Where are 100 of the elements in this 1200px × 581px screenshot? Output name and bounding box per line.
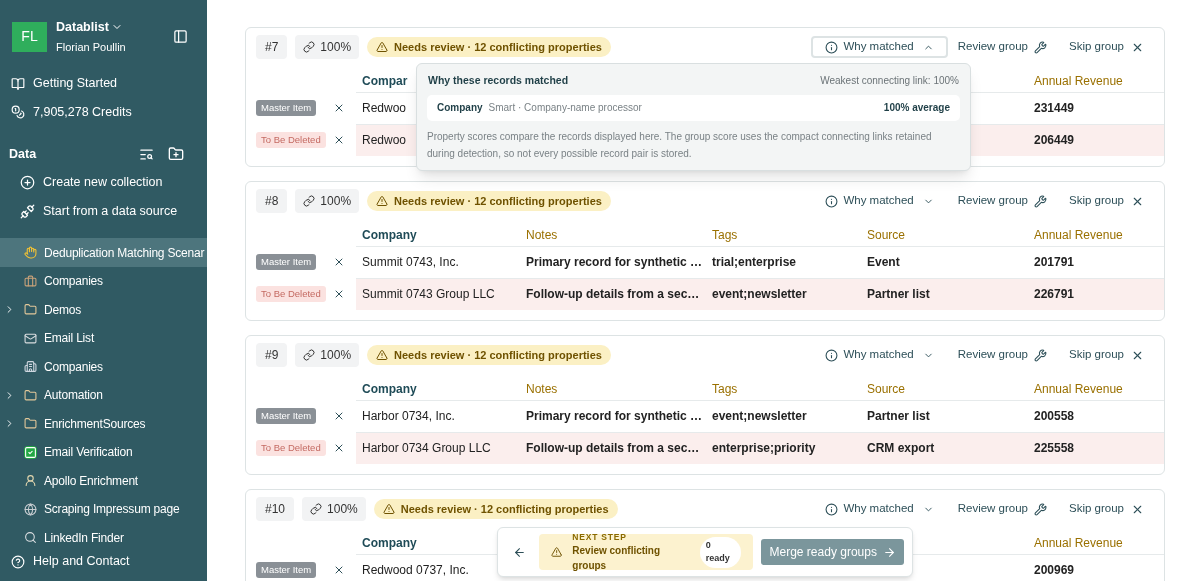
group-number: #9: [256, 343, 288, 367]
row-role-badge: Master Item: [256, 407, 317, 425]
table-cell-text: trial;enterprise: [712, 254, 797, 271]
row-role-badge: To Be Deleted: [256, 439, 326, 457]
explanation-text: Property scores compare the records displayed here. The group score uses the compact connecting links retained during detection, so not every possible record pair is stored.: [427, 129, 933, 161]
briefcase-icon: [24, 274, 37, 288]
column-header: Annual Revenue: [1034, 535, 1123, 552]
info-icon: [825, 194, 839, 208]
book-icon: [11, 76, 25, 91]
table-cell-text: Partner list: [867, 408, 930, 425]
column-header: Tags: [712, 381, 738, 398]
table-cell-text: Harbor 0734, Inc.: [362, 408, 455, 425]
collection-item[interactable]: Automation: [0, 380, 207, 410]
collection-item[interactable]: Companies: [0, 352, 207, 381]
match-score: 100%: [295, 35, 360, 59]
warning-icon: [550, 546, 563, 558]
new-folder-icon[interactable]: [168, 146, 184, 163]
table-cell-text: 226791: [1034, 286, 1075, 303]
collection-item[interactable]: Demos: [0, 295, 207, 324]
collection-item[interactable]: Apollo Enrichment: [0, 466, 207, 495]
row-role-badge: Master Item: [256, 253, 317, 271]
collection-item[interactable]: Email List: [0, 323, 207, 353]
matching-method: Smart · Company-name processor: [488, 101, 642, 116]
collection-item[interactable]: Companies: [0, 266, 207, 296]
collection-item[interactable]: LinkedIn Finder: [0, 523, 207, 552]
status-badge: Needs review · 12 conflicting properties: [367, 37, 611, 57]
sidebar-link[interactable]: 7,905,278 Credits: [0, 97, 207, 127]
link-icon: [303, 195, 316, 207]
warning-icon: [376, 195, 389, 207]
column-header: Notes: [526, 381, 558, 398]
row-role-badge: Master Item: [256, 99, 317, 117]
link-icon: [303, 41, 316, 53]
skip-group-button[interactable]: Skip group: [1069, 38, 1144, 56]
mail-icon: [24, 331, 37, 345]
row-role-badge: Master Item: [256, 561, 317, 579]
why-matched-button[interactable]: Why matched: [811, 190, 948, 212]
remove-icon[interactable]: [333, 102, 345, 114]
why-matched-button[interactable]: Why matched: [811, 344, 948, 366]
remove-icon[interactable]: [333, 564, 345, 576]
sidebar-action[interactable]: Create new collection: [0, 168, 207, 197]
why-matched-button[interactable]: Why matched: [811, 498, 948, 520]
table-cell-text: Redwood 0737, Inc.: [362, 562, 469, 579]
column-header: Notes: [526, 227, 558, 244]
plus-circle-icon: [20, 175, 35, 190]
help-link[interactable]: Help and Contact: [0, 552, 207, 571]
skip-group-button[interactable]: Skip group: [1069, 500, 1144, 518]
coins-icon: [11, 105, 25, 119]
plug-icon: [20, 203, 35, 219]
table-cell-text: event;newsletter: [712, 408, 807, 425]
arrow-right-icon: [882, 545, 896, 559]
wrench-icon: [1034, 348, 1047, 362]
status-badge: Needs review · 12 conflicting properties: [373, 499, 618, 519]
table-cell-text: Partner list: [867, 286, 930, 303]
folder-icon: [24, 417, 37, 430]
table-cell-text: Redwoo: [362, 132, 407, 149]
search-list-icon[interactable]: [139, 146, 154, 162]
review-group-button[interactable]: Review group: [957, 38, 1047, 56]
review-group-button[interactable]: Review group: [957, 192, 1047, 210]
remove-icon[interactable]: [333, 288, 345, 300]
review-group-button[interactable]: Review group: [957, 500, 1047, 518]
table-cell-text: 206449: [1034, 132, 1075, 149]
remove-icon[interactable]: [333, 410, 345, 422]
wrench-icon: [1034, 502, 1047, 516]
skip-group-button[interactable]: Skip group: [1069, 192, 1144, 210]
table-cell-text: Primary record for synthetic …: [526, 408, 703, 425]
table-cell-text: 200558: [1034, 408, 1075, 425]
wrench-icon: [1034, 194, 1047, 208]
table-cell-text: Follow-up details from a sec…: [526, 440, 700, 457]
collection-item[interactable]: EnrichmentSources: [0, 409, 207, 438]
row-role-badge: To Be Deleted: [256, 285, 326, 303]
match-score: 100%: [295, 189, 360, 213]
collection-item[interactable]: Email Verification: [0, 437, 207, 467]
collection-item[interactable]: Scraping Impressum page: [0, 494, 207, 524]
sidebar-link[interactable]: Getting Started: [0, 69, 207, 98]
table-cell-text: 225558: [1034, 440, 1075, 457]
table-cell-text: Harbor 0734 Group LLC: [362, 440, 491, 457]
property-score: 100% average: [883, 101, 950, 116]
column-header: Company: [362, 227, 417, 244]
skip-group-button[interactable]: Skip group: [1069, 346, 1144, 364]
remove-icon[interactable]: [333, 256, 345, 268]
back-arrow-icon[interactable]: [513, 545, 526, 559]
collection-item[interactable]: Deduplication Matching Scenar: [0, 238, 207, 267]
review-group-button[interactable]: Review group: [957, 346, 1047, 364]
table-cell-text: 200969: [1034, 562, 1075, 579]
why-matched-button[interactable]: Why matched: [811, 36, 948, 58]
column-header: Annual Revenue: [1034, 381, 1123, 398]
wrench-icon: [1034, 40, 1047, 54]
property-name: Company: [437, 101, 483, 116]
weakest-link-text: Weakest connecting link: 100%: [820, 74, 959, 89]
next-step-title: Review conflicting groups: [572, 544, 662, 574]
remove-icon[interactable]: [333, 134, 345, 146]
info-icon: [825, 348, 839, 362]
workspace-name[interactable]: Datablist: [56, 18, 109, 37]
table-cell-text: 231449: [1034, 100, 1075, 117]
remove-icon[interactable]: [333, 442, 345, 454]
folder-icon: [24, 303, 37, 316]
match-score: 100%: [295, 343, 360, 367]
collapse-sidebar-icon[interactable]: [173, 29, 188, 45]
search-icon: [24, 531, 37, 544]
sidebar-action[interactable]: Start from a data source: [0, 196, 207, 226]
